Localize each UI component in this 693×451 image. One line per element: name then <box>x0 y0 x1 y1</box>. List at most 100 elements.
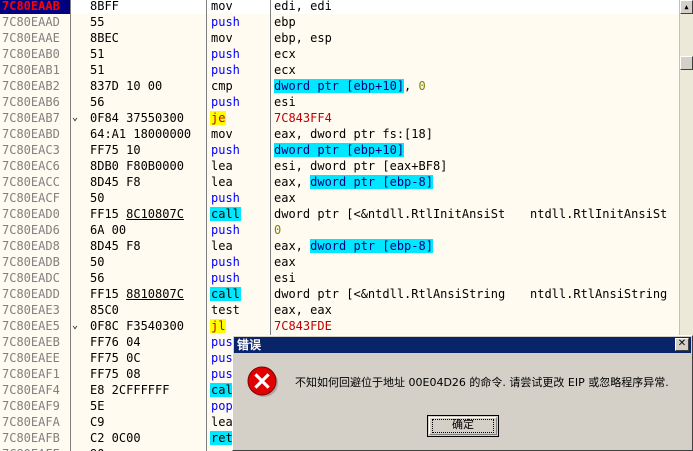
mnemonic: push <box>211 271 240 285</box>
table-row[interactable]: 7C80EAB0 51 push ecx <box>0 46 679 62</box>
address-cell: 7C80EAFE <box>0 446 70 451</box>
table-row[interactable]: 7C80EAAB 8BFF mov edi, edi <box>0 0 679 14</box>
hex-bytes: E8 2CFFFFFF <box>90 383 170 397</box>
table-row[interactable]: 7C80EAE3 85C0 test eax, eax <box>0 302 679 318</box>
mnemonic-cell: push <box>210 46 266 62</box>
dialog-message: 不知如何回避位于地址 00E04D26 的命令. 请尝试更改 EIP 或忽略程序… <box>295 376 669 389</box>
jump-arrow-icon <box>72 334 82 350</box>
mnemonic: mov <box>211 31 233 45</box>
mnemonic: cmp <box>211 79 233 93</box>
mnemonic-cell: test <box>210 302 266 318</box>
operands-cell: eax, dword ptr [ebp-8] <box>274 238 679 254</box>
hex-bytes: 8DB0 F80B0000 <box>90 159 184 173</box>
hex-bytes: 837D 10 00 <box>90 79 163 93</box>
mnemonic-cell: mov <box>210 0 266 14</box>
operand: dword ptr [ebp-8] <box>310 175 433 189</box>
mnemonic-cell: call <box>210 206 266 222</box>
operands-cell: 7C843FDE <box>274 318 679 334</box>
table-row[interactable]: 7C80EAD8 8D45 F8 lea eax, dword ptr [ebp-8] <box>0 238 679 254</box>
table-row[interactable]: 7C80EAB2 837D 10 00 cmp dword ptr [ebp+10],… <box>0 78 679 94</box>
address-cell: 7C80EAEB <box>2 335 60 349</box>
table-row[interactable]: 7C80EAB7 ⌄ 0F84 37550300 je 7C843FF4 <box>0 110 679 126</box>
address-cell: 7C80EACC <box>2 175 60 189</box>
table-row[interactable]: 7C80EAB1 51 push ecx <box>0 62 679 78</box>
mnemonic: push <box>211 15 240 29</box>
address-cell: 7C80EAB0 <box>2 47 60 61</box>
hex-dump-cell: 8DB0 F80B0000 <box>90 158 202 174</box>
operand: esi <box>274 271 296 285</box>
hex-bytes: FF15 <box>90 207 127 221</box>
hex-dump-cell: 8BFF <box>90 0 202 14</box>
operands-cell: dword ptr [<&ntdll.RtlAnsiString ntdll.Rt… <box>274 286 679 302</box>
jump-arrow-icon <box>72 46 82 62</box>
mnemonic: push <box>211 95 240 109</box>
address-cell: 7C80EAFB <box>2 431 60 445</box>
hex-dump-cell: 85C0 <box>90 302 202 318</box>
jump-arrow-icon <box>72 446 82 451</box>
mnemonic-cell: je <box>210 110 266 126</box>
table-row[interactable]: 7C80EADC 56 push esi <box>0 270 679 286</box>
operand: eax <box>274 255 296 269</box>
hex-bytes: 0F84 37550300 <box>90 111 184 125</box>
address-cell: 7C80EABD <box>2 127 60 141</box>
hex-bytes: 85C0 <box>90 303 119 317</box>
table-row[interactable]: 7C80EADD FF15 8810807C call dword ptr [<&nt… <box>0 286 679 302</box>
table-row[interactable]: 7C80EACF 50 push eax <box>0 190 679 206</box>
operand: dword ptr [ebp-8] <box>310 239 433 253</box>
jump-arrow-icon <box>72 30 82 46</box>
operand: eax, <box>274 239 311 253</box>
table-row[interactable]: 7C80EAD0 FF15 8C10807C call dword ptr [<&nt… <box>0 206 679 222</box>
mnemonic-cell: mov <box>210 30 266 46</box>
jump-arrow-icon: ⌄ <box>72 112 79 123</box>
mnemonic: lea <box>211 239 233 253</box>
hex-bytes: 0F8C F3540300 <box>90 319 184 333</box>
jump-arrow-icon <box>72 398 82 414</box>
operands-cell: eax, dword ptr fs:[18] <box>274 126 679 142</box>
close-button[interactable]: ✕ <box>675 338 689 351</box>
table-row[interactable]: 7C80EAC6 8DB0 F80B0000 lea esi, dword ptr [… <box>0 158 679 174</box>
scroll-up-button[interactable]: ▲ <box>680 0 693 14</box>
hex-dump-cell: 50 <box>90 190 202 206</box>
jump-arrow-icon <box>72 254 82 270</box>
address-cell: 7C80EAB7 <box>2 111 60 125</box>
mnemonic-cell: call <box>210 286 266 302</box>
table-row[interactable]: 7C80EACC 8D45 F8 lea eax, dword ptr [ebp-8] <box>0 174 679 190</box>
mnemonic: push <box>211 143 240 157</box>
hex-bytes: 8BEC <box>90 31 119 45</box>
hex-bytes: 64:A1 18000000 <box>90 127 192 141</box>
operand: eax <box>274 191 296 205</box>
hex-dump-cell: 8BEC <box>90 30 202 46</box>
address-cell: 7C80EAAB <box>0 0 70 14</box>
table-row[interactable]: 7C80EAAE 8BEC mov ebp, esp <box>0 30 679 46</box>
hex-bytes: C2 0C00 <box>90 431 141 445</box>
mnemonic: lea <box>211 159 233 173</box>
error-icon <box>247 366 278 397</box>
ok-button[interactable]: 确定 <box>427 415 499 437</box>
hex-address-bytes: 8C10807C <box>126 207 184 221</box>
hex-bytes: 56 <box>90 95 105 109</box>
address-cell: 7C80EADD <box>2 287 60 301</box>
operands-cell: dword ptr [ebp+10] <box>274 142 679 158</box>
table-row[interactable]: 7C80EAD6 6A 00 push 0 <box>0 222 679 238</box>
hex-address-bytes: 8810807C <box>126 287 184 301</box>
hex-dump-cell: 0F8C F3540300 <box>90 318 202 334</box>
mnemonic: mov <box>211 0 233 13</box>
table-row[interactable]: 7C80EAAD 55 push ebp <box>0 14 679 30</box>
table-row[interactable]: 7C80EAC3 FF75 10 push dword ptr [ebp+10] <box>0 142 679 158</box>
table-row[interactable]: 7C80EAE5 ⌄ 0F8C F3540300 jl 7C843FDE <box>0 318 679 334</box>
operand: dword ptr [ebp+10] <box>274 143 405 157</box>
hex-dump-cell: 90 <box>90 446 202 451</box>
hex-bytes: 51 <box>90 47 105 61</box>
address-cell: 7C80EAF9 <box>2 399 60 413</box>
hex-dump-cell: E8 2CFFFFFF <box>90 382 202 398</box>
operand: eax, <box>274 175 311 189</box>
table-row[interactable]: 7C80EABD 64:A1 18000000 mov eax, dword ptr … <box>0 126 679 142</box>
table-row[interactable]: 7C80EADB 50 push eax <box>0 254 679 270</box>
hex-dump-cell: 8D45 F8 <box>90 174 202 190</box>
scroll-thumb[interactable] <box>680 56 693 70</box>
table-row[interactable]: 7C80EAB6 56 push esi <box>0 94 679 110</box>
mnemonic: test <box>211 303 240 317</box>
jump-arrow-icon <box>72 142 82 158</box>
operands-cell: ebp, esp <box>274 30 679 46</box>
jump-arrow-icon <box>72 430 82 446</box>
